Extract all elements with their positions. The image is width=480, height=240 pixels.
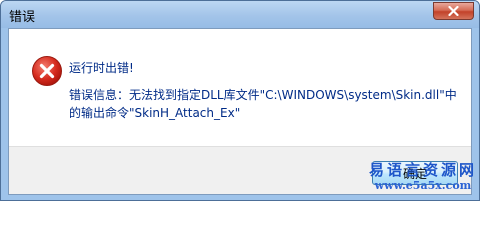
error-icon	[32, 56, 62, 86]
window-title: 错误	[9, 10, 36, 25]
ok-button[interactable]: 确定	[372, 161, 458, 185]
close-icon	[448, 6, 459, 16]
title-bar[interactable]: 错误	[1, 1, 479, 28]
dialog-client-area: 运行时出错! 错误信息：无法找到指定DLL库文件"C:\WINDOWS\syst…	[8, 28, 472, 195]
close-button[interactable]	[433, 2, 474, 20]
error-headline: 运行时出错!	[69, 61, 134, 75]
message-area: 运行时出错! 错误信息：无法找到指定DLL库文件"C:\WINDOWS\syst…	[9, 29, 471, 146]
error-detail: 错误信息：无法找到指定DLL库文件"C:\WINDOWS\system\Skin…	[69, 88, 457, 120]
error-dialog-window: 错误 运行时出错! 错误信息：无法找到指定DLL库文件"C:\WINDOWS\s…	[0, 0, 480, 201]
button-bar: 确定	[9, 146, 471, 194]
